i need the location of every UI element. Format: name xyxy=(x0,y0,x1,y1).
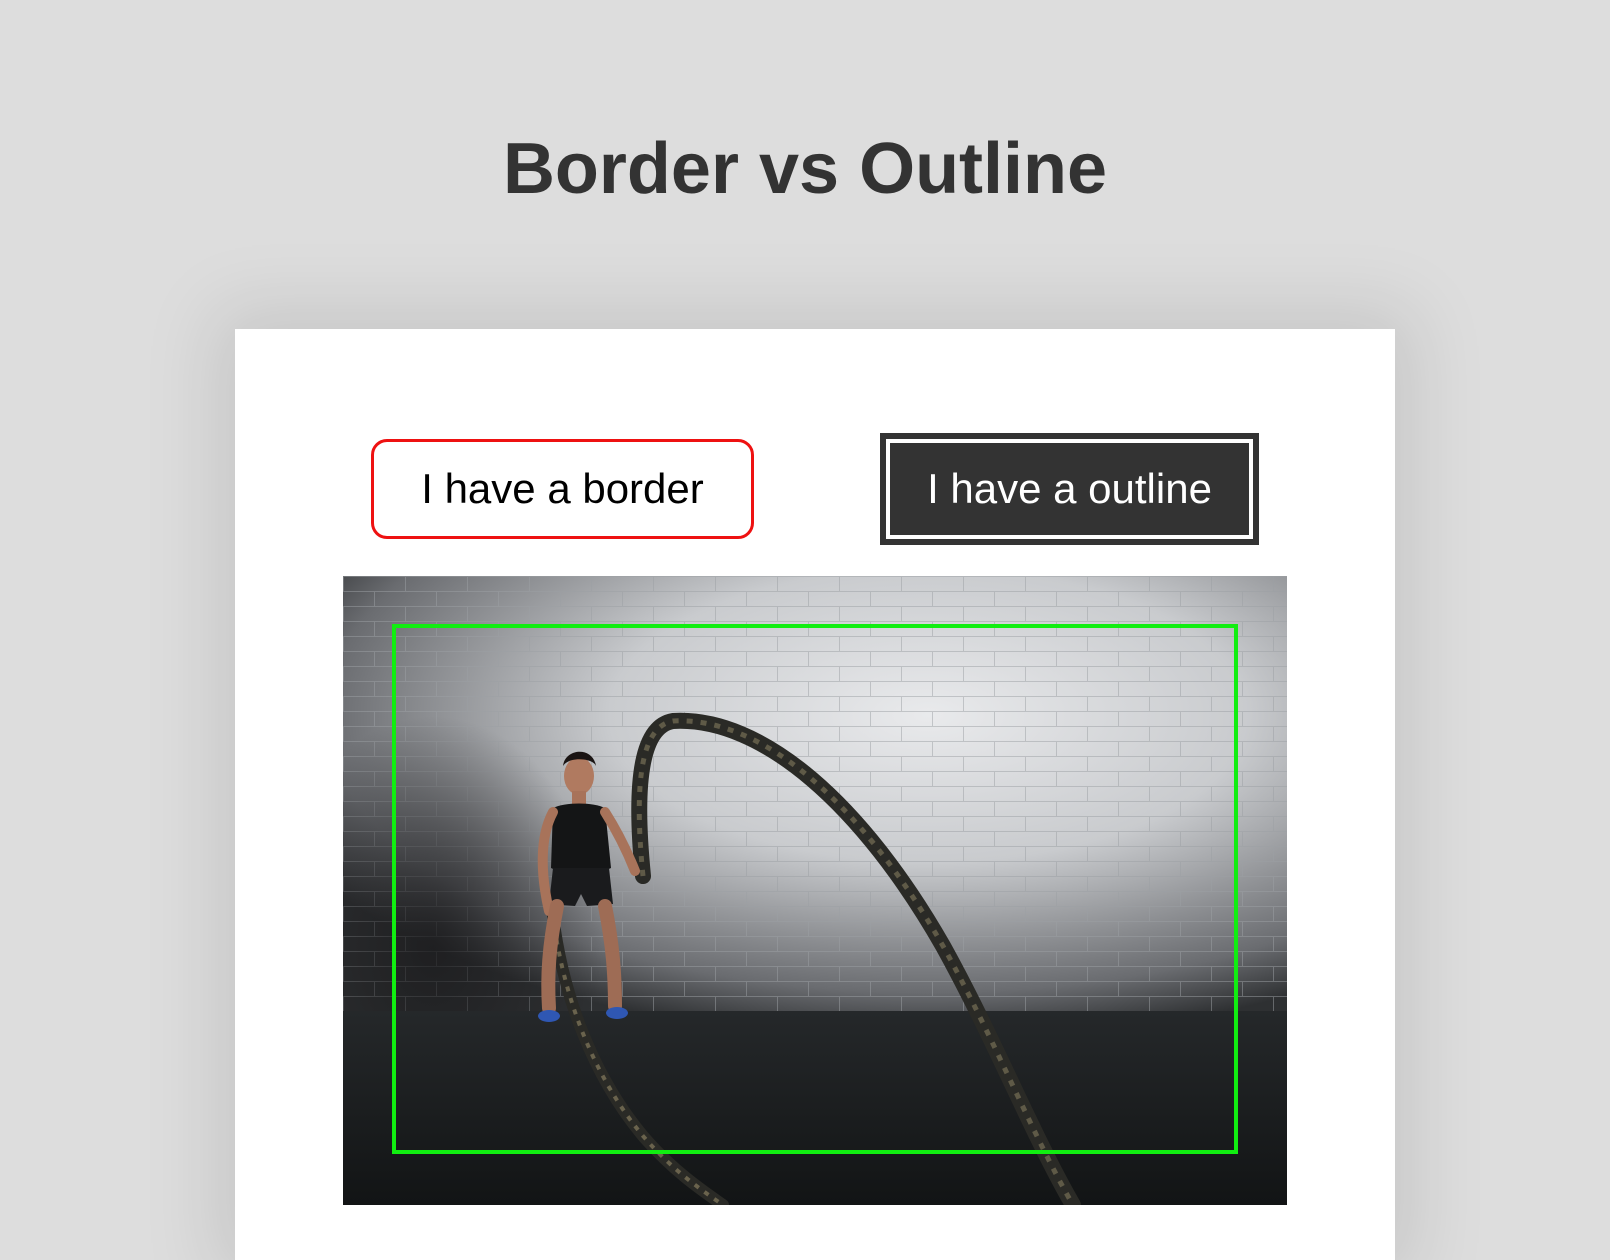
page-title: Border vs Outline xyxy=(502,129,1108,209)
photo-outline-frame xyxy=(392,624,1238,1154)
outline-button[interactable]: I have a outline xyxy=(880,433,1259,545)
demo-card: I have a border I have a outline xyxy=(235,329,1395,1260)
border-button[interactable]: I have a border xyxy=(371,439,754,539)
workout-photo xyxy=(343,576,1287,1205)
